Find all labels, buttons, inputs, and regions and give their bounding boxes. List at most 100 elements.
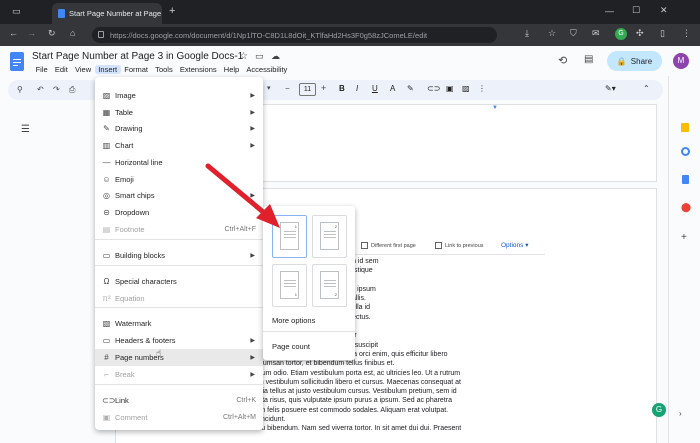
expand-panel-icon[interactable]: › xyxy=(679,409,682,418)
url-bar[interactable]: https://docs.google.com/document/d/1Np1l… xyxy=(92,27,497,43)
headers-footers-icon: ▭ xyxy=(102,336,111,345)
font-dropdown-arrow-icon[interactable]: ▾ xyxy=(267,84,271,92)
menu-bar: File Edit View Insert Format Tools Exten… xyxy=(32,65,291,74)
text-color-icon[interactable]: A xyxy=(390,84,395,93)
insert-menu-item-page-numbers[interactable]: # Page numbers ▶ xyxy=(95,349,263,366)
collapse-toolbar-icon[interactable]: ⌃ xyxy=(643,84,650,93)
more-options-item[interactable]: More options xyxy=(272,316,315,325)
print-icon[interactable]: ⎙ xyxy=(69,85,75,95)
insert-menu-item-chart[interactable]: ▥ Chart ▶ xyxy=(95,137,263,154)
move-folder-icon[interactable]: ▭ xyxy=(255,51,264,62)
page-count-item[interactable]: Page count xyxy=(272,342,310,351)
increase-font-icon[interactable]: + xyxy=(321,83,326,93)
menu-accessibility[interactable]: Accessibility xyxy=(243,65,291,74)
submenu-arrow-icon: ▶ xyxy=(250,355,255,361)
sidebar-toggle-icon[interactable]: ▯ xyxy=(660,29,665,38)
tab-search-icon[interactable]: ▭ xyxy=(12,7,21,16)
docs-logo-icon[interactable] xyxy=(10,52,24,71)
bold-icon[interactable]: B xyxy=(339,84,345,93)
different-first-page-checkbox[interactable]: Different first page xyxy=(361,242,416,249)
menu-file[interactable]: File xyxy=(32,65,51,74)
cloud-status-icon[interactable]: ☁ xyxy=(271,51,280,62)
insert-menu-item-table[interactable]: ▦ Table ▶ xyxy=(95,104,263,121)
new-tab-icon[interactable]: + xyxy=(169,6,175,17)
outline-icon[interactable]: ☰ xyxy=(21,124,30,135)
options-label: Options xyxy=(501,242,524,249)
underline-icon[interactable]: U xyxy=(372,84,378,93)
header-options-bar: Different first page Link to previous Op… xyxy=(355,238,545,255)
submenu-arrow-icon: ▶ xyxy=(250,338,255,344)
star-icon[interactable]: ☆ xyxy=(239,51,248,62)
avatar[interactable]: M xyxy=(673,53,689,69)
menu-help[interactable]: Help xyxy=(220,65,243,74)
menu-view[interactable]: View xyxy=(71,65,94,74)
insert-menu-item-equation[interactable]: π² Equation xyxy=(95,290,263,307)
insert-menu-item-comment[interactable]: ▣ Comment Ctrl+Alt+M xyxy=(95,409,263,426)
menu-item-label: Comment xyxy=(115,413,148,422)
insert-menu-item-break[interactable]: ⌐ Break ▶ xyxy=(95,366,263,383)
shield-icon[interactable]: ⛉ xyxy=(570,29,577,38)
keep-icon[interactable] xyxy=(681,123,689,132)
insert-menu-item-image[interactable]: ▨ Image ▶ xyxy=(95,87,263,104)
insert-menu-item-building-blocks[interactable]: ▭ Building blocks ▶ xyxy=(95,247,263,264)
forward-icon[interactable]: → xyxy=(27,29,36,38)
menu-insert[interactable]: Insert xyxy=(94,65,121,74)
add-addon-icon[interactable]: + xyxy=(681,232,687,243)
insert-menu-item-drawing[interactable]: ✎ Drawing ▶ xyxy=(95,120,263,137)
insert-menu-item-watermark[interactable]: ▧ Watermark xyxy=(95,315,263,332)
close-window-icon[interactable]: ✕ xyxy=(660,6,668,15)
search-menus-icon[interactable]: ⚲ xyxy=(17,85,23,94)
link-to-previous-checkbox[interactable]: Link to previous xyxy=(435,242,484,249)
ruler-margin-icon[interactable]: ▼ xyxy=(492,105,498,111)
insert-menu-item-link[interactable]: ⊂⊃ Link Ctrl+K xyxy=(95,392,263,409)
browser-tab[interactable]: Start Page Number at Page 3 in ✕ xyxy=(52,3,162,24)
grammarly-bubble-icon[interactable]: G xyxy=(652,403,666,417)
browser-menu-icon[interactable]: ⋮ xyxy=(682,29,691,38)
insert-menu-item-headers-footers[interactable]: ▭ Headers & footers ▶ xyxy=(95,332,263,349)
add-comment-icon[interactable]: ▣ xyxy=(446,84,454,93)
editing-mode-icon[interactable]: ✎▾ xyxy=(605,84,616,93)
menu-tools[interactable]: Tools xyxy=(152,65,177,74)
maximize-icon[interactable]: ☐ xyxy=(632,6,640,15)
menu-item-label: Building blocks xyxy=(115,251,166,260)
highlight-icon[interactable]: ✎ xyxy=(407,84,414,93)
version-history-icon[interactable]: ⟲ xyxy=(558,54,567,67)
document-title[interactable]: Start Page Number at Page 3 in Google Do… xyxy=(32,51,243,62)
tasks-icon[interactable] xyxy=(681,147,690,156)
menu-format[interactable]: Format xyxy=(121,65,152,74)
insert-image-icon[interactable]: ▨ xyxy=(462,84,470,93)
redo-icon[interactable]: ↷ xyxy=(53,85,60,94)
options-button[interactable]: Options ▾ xyxy=(501,241,528,249)
undo-icon[interactable]: ↶ xyxy=(37,85,44,94)
download-icon[interactable]: ⤓ xyxy=(525,29,529,38)
menu-edit[interactable]: Edit xyxy=(51,65,71,74)
more-tools-icon[interactable]: ⋮ xyxy=(478,84,486,93)
site-info-icon[interactable] xyxy=(98,31,104,38)
insert-link-icon[interactable]: ⊂⊃ xyxy=(427,84,440,93)
back-icon[interactable]: ← xyxy=(9,29,18,38)
grammarly-icon[interactable]: G xyxy=(615,28,627,40)
bookmark-star-icon[interactable]: ☆ xyxy=(548,29,556,38)
puzzle-icon[interactable]: ✣ xyxy=(636,29,644,38)
minimize-icon[interactable]: — xyxy=(605,7,614,16)
menu-item-label: Footnote xyxy=(115,225,145,234)
italic-icon[interactable]: I xyxy=(356,84,358,93)
maps-icon[interactable]: ⬤ xyxy=(681,202,691,213)
comments-icon[interactable]: ▤ xyxy=(584,54,593,65)
home-icon[interactable]: ⌂ xyxy=(70,29,75,38)
page-number-bottom-right-skip-first[interactable]: 2 xyxy=(312,264,347,307)
extension-icon[interactable]: ✉ xyxy=(592,29,600,38)
page-number-top-right-skip-first[interactable]: 2 xyxy=(312,215,347,258)
font-size-input[interactable]: 11 xyxy=(299,83,316,96)
comment-icon: ▣ xyxy=(102,413,111,422)
submenu-arrow-icon: ▶ xyxy=(250,143,255,149)
insert-menu-item-special-characters[interactable]: Ω Special characters xyxy=(95,273,263,290)
contacts-icon[interactable] xyxy=(682,175,689,184)
menu-item-label: Special characters xyxy=(115,277,177,286)
share-button[interactable]: 🔒 Share xyxy=(607,51,662,71)
decrease-font-icon[interactable]: − xyxy=(285,84,290,93)
reload-icon[interactable]: ↻ xyxy=(48,29,56,38)
watermark-icon: ▧ xyxy=(102,319,111,328)
menu-extensions[interactable]: Extensions xyxy=(176,65,220,74)
page-number-bottom-right-all[interactable]: 1 xyxy=(272,264,307,307)
